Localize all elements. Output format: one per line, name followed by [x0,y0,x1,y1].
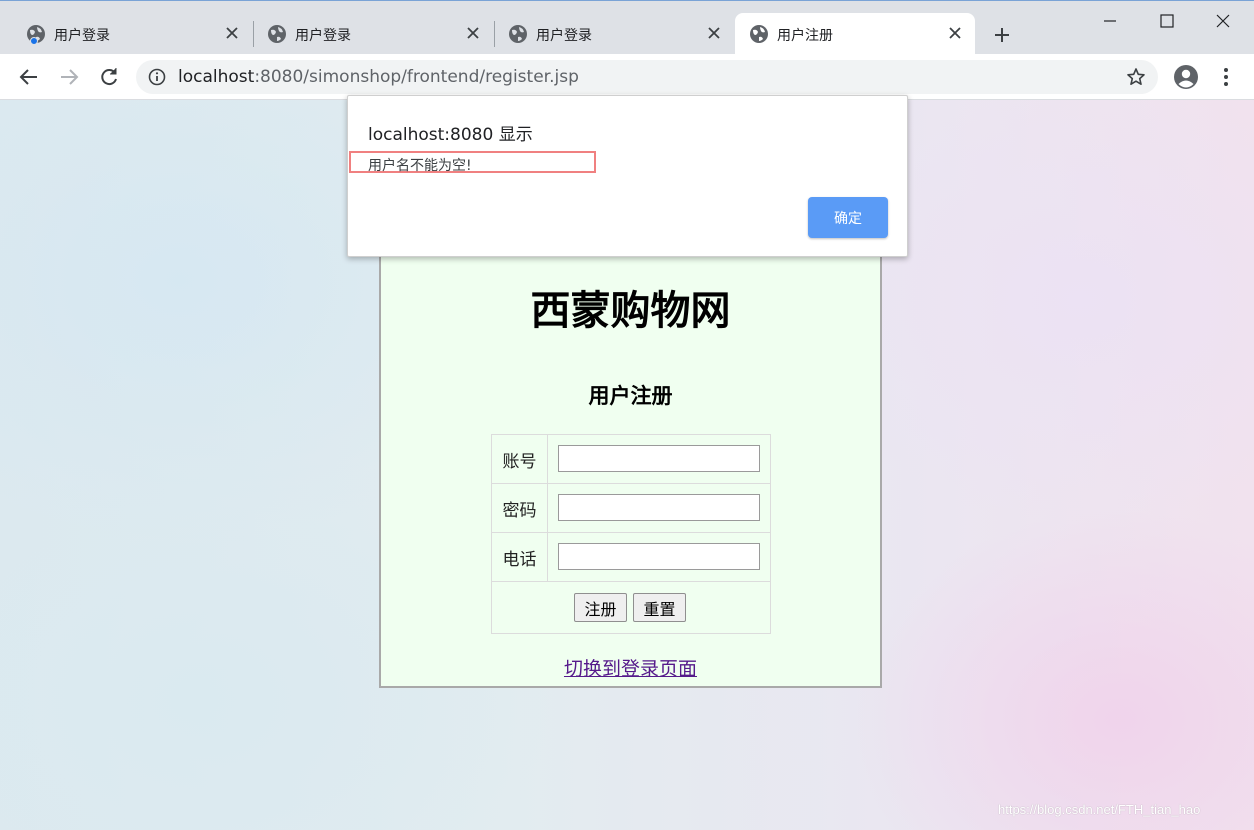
minimize-icon [1104,20,1116,22]
reload-button[interactable] [94,62,124,92]
tab-strip: 用户登录 用户登录 用户登录 用户注册 [0,0,1254,55]
phone-input[interactable] [558,543,760,570]
url-text: localhost:8080/simonshop/frontend/regist… [178,67,579,87]
register-button[interactable]: 注册 [574,593,627,622]
form-row-password: 密码 [492,484,770,533]
minimize-button[interactable] [1087,7,1133,35]
window-close-button[interactable] [1200,7,1246,35]
tab-1[interactable]: 用户登录 [12,13,252,55]
watermark-text: https://blog.csdn.net/FTH_tian_hao [998,802,1201,817]
globe-icon [27,25,45,44]
close-icon[interactable] [222,23,242,43]
tab-2[interactable]: 用户登录 [253,13,493,55]
back-button[interactable] [14,62,44,92]
plus-icon [995,28,1009,42]
form-row-account: 账号 [492,435,770,484]
reload-icon [101,68,117,86]
close-icon[interactable] [463,23,483,43]
password-input[interactable] [558,494,760,521]
switch-to-login-link[interactable]: 切换到登录页面 [381,654,880,681]
tab-title: 用户登录 [536,28,592,44]
phone-label: 电话 [492,533,548,581]
tab-title: 用户登录 [54,28,110,44]
close-icon [1216,14,1230,28]
alert-dialog: localhost:8080 显示 用户名不能为空! 确定 [347,95,908,257]
address-bar[interactable]: localhost:8080/simonshop/frontend/regist… [136,60,1158,94]
form-button-row: 注册 重置 [492,582,770,633]
account-input[interactable] [558,445,760,472]
form-row-phone: 电话 [492,533,770,582]
form-title: 用户注册 [588,384,673,408]
browser-toolbar: localhost:8080/simonshop/frontend/regist… [0,54,1254,100]
close-icon[interactable] [945,23,965,43]
maximize-button[interactable] [1144,7,1190,35]
info-icon[interactable] [148,68,166,86]
new-tab-button[interactable] [988,21,1016,49]
tab-4-active[interactable]: 用户注册 [735,13,975,55]
globe-icon [509,25,527,43]
forward-button[interactable] [54,62,84,92]
reset-button[interactable]: 重置 [633,593,686,622]
account-label: 账号 [492,435,548,483]
dialog-message: 用户名不能为空! [368,158,472,174]
url-path: :8080/simonshop/frontend/register.jsp [254,67,579,87]
globe-icon [750,25,768,43]
site-title: 西蒙购物网 [530,288,731,334]
dialog-title: localhost:8080 显示 [368,125,533,145]
register-form: 账号 密码 电话 注册 重置 [491,434,771,634]
dialog-ok-button[interactable]: 确定 [808,197,888,238]
url-host: localhost [178,67,255,87]
star-icon[interactable] [1126,67,1146,87]
maximize-icon [1160,14,1174,28]
arrow-left-icon [19,69,37,85]
tab-3[interactable]: 用户登录 [494,13,734,55]
password-label: 密码 [492,484,548,532]
arrow-right-icon [61,69,79,85]
tab-title: 用户登录 [295,28,351,44]
close-icon[interactable] [704,23,724,43]
tab-title: 用户注册 [777,28,833,44]
register-panel: 西蒙购物网 用户注册 账号 密码 电话 注册 重置 切换到登录页面 [379,235,882,688]
profile-avatar-icon[interactable] [1172,63,1200,91]
more-vert-icon[interactable] [1214,63,1238,91]
globe-icon [268,25,286,43]
